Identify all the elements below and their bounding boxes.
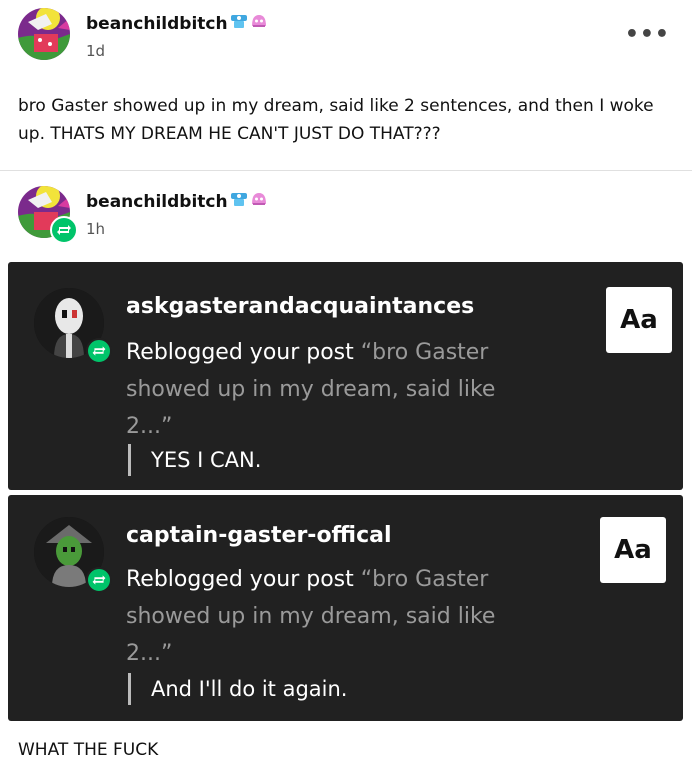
blue-badge-icon [230, 12, 248, 30]
pink-badge-icon [250, 12, 268, 30]
user-avatar[interactable] [18, 8, 70, 60]
user-badges [230, 12, 268, 30]
pink-badge-icon [250, 190, 268, 208]
post-timestamp[interactable]: 1h [86, 220, 105, 238]
notification-reply: YES I CAN. [128, 444, 261, 476]
notification-username[interactable]: captain-gaster-offical [126, 523, 392, 548]
post-header: beanchildbitch 1d ••• [18, 8, 678, 70]
notification-text: Reblogged your post “bro Gaster showed u… [126, 334, 546, 445]
user-badges [230, 190, 268, 208]
text-style-button[interactable]: Aa [600, 517, 666, 583]
reblog-icon [86, 567, 112, 593]
post-body: bro Gaster showed up in my dream, said l… [18, 96, 654, 144]
notification-action: Reblogged your post [126, 340, 354, 365]
post-username[interactable]: beanchildbitch [86, 14, 228, 34]
notification-username[interactable]: askgasterandacquaintances [126, 294, 474, 319]
notification-action: Reblogged your post [126, 567, 354, 592]
blue-badge-icon [230, 190, 248, 208]
notification-text: Reblogged your post “bro Gaster showed u… [126, 561, 546, 672]
reblog-icon [50, 216, 78, 244]
reblog-notification-card[interactable]: captain-gaster-offical Reblogged your po… [8, 495, 683, 721]
notification-reply: And I'll do it again. [128, 673, 347, 705]
text-style-button[interactable]: Aa [606, 287, 672, 353]
reblog-post-header: beanchildbitch 1h [18, 186, 678, 246]
reblog-icon [86, 338, 112, 364]
more-options-icon[interactable]: ••• [625, 22, 670, 47]
post-timestamp[interactable]: 1d [86, 42, 105, 60]
reblog-notification-card[interactable]: askgasterandacquaintances Reblogged your… [8, 262, 683, 490]
original-post: beanchildbitch 1d ••• bro Gaster showed … [0, 0, 692, 170]
post-divider [0, 170, 692, 171]
post-username[interactable]: beanchildbitch [86, 192, 228, 212]
post-caption: WHAT THE FUCK [18, 740, 159, 760]
